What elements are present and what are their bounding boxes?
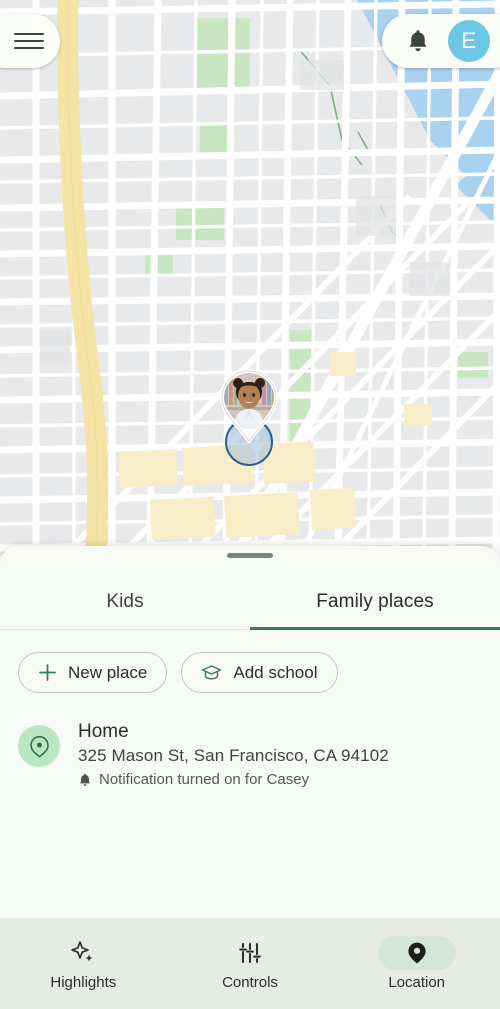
avatar-initial: E (461, 28, 477, 53)
add-school-button[interactable]: Add school (181, 652, 338, 693)
place-row-home[interactable]: Home 325 Mason St, San Francisco, CA 941… (18, 721, 482, 788)
sparkle-icon (71, 941, 93, 962)
bottom-sheet: Kids Family places New place Add school (0, 546, 500, 918)
graduation-cap-icon (202, 665, 222, 680)
place-note-text: Notification turned on for Casey (99, 771, 310, 788)
new-place-label: New place (68, 662, 148, 682)
notification-bell-button[interactable] (406, 28, 430, 54)
nav-pill-highlights (44, 936, 122, 970)
map-canvas (0, 0, 500, 556)
family-places-list: Home 325 Mason St, San Francisco, CA 941… (0, 693, 500, 788)
place-text-block: Home 325 Mason St, San Francisco, CA 941… (78, 721, 389, 788)
nav-item-location[interactable]: Location (333, 918, 500, 1009)
place-icon-wrap (18, 725, 60, 767)
hamburger-menu-icon (14, 32, 44, 50)
user-avatar-button[interactable]: E (448, 20, 490, 62)
nav-pill-location (377, 936, 456, 970)
top-right-controls: E (382, 14, 500, 68)
plus-icon (39, 664, 56, 681)
nav-label-location: Location (388, 974, 446, 991)
add-school-label: Add school (233, 662, 318, 682)
nav-label-highlights: Highlights (50, 974, 117, 991)
nav-item-highlights[interactable]: Highlights (0, 918, 167, 1009)
nav-pill-controls (211, 936, 289, 970)
place-note: Notification turned on for Casey (78, 771, 389, 788)
location-pin-icon (29, 735, 49, 758)
sheet-tabs: Kids Family places (0, 574, 500, 630)
bell-icon (80, 773, 90, 786)
tab-family-places-label: Family places (316, 590, 434, 612)
nav-label-controls: Controls (222, 974, 278, 991)
child-location-marker[interactable] (218, 369, 280, 443)
place-address: 325 Mason St, San Francisco, CA 94102 (78, 746, 389, 765)
notification-bell-icon (409, 30, 427, 52)
tune-sliders-icon (239, 942, 261, 964)
location-pin-filled-icon (408, 942, 426, 964)
sheet-drag-handle[interactable] (227, 553, 273, 558)
tab-family-places[interactable]: Family places (250, 574, 500, 630)
new-place-button[interactable]: New place (18, 652, 168, 693)
place-title: Home (78, 721, 129, 742)
map-area[interactable]: E (0, 0, 500, 556)
tab-kids[interactable]: Kids (0, 574, 250, 629)
bottom-navigation-bar: Highlights Controls Location (0, 918, 500, 1009)
action-chip-row: New place Add school (0, 630, 500, 693)
hamburger-menu-button[interactable] (0, 14, 60, 68)
nav-item-controls[interactable]: Controls (167, 918, 334, 1009)
tab-kids-label: Kids (106, 590, 144, 612)
